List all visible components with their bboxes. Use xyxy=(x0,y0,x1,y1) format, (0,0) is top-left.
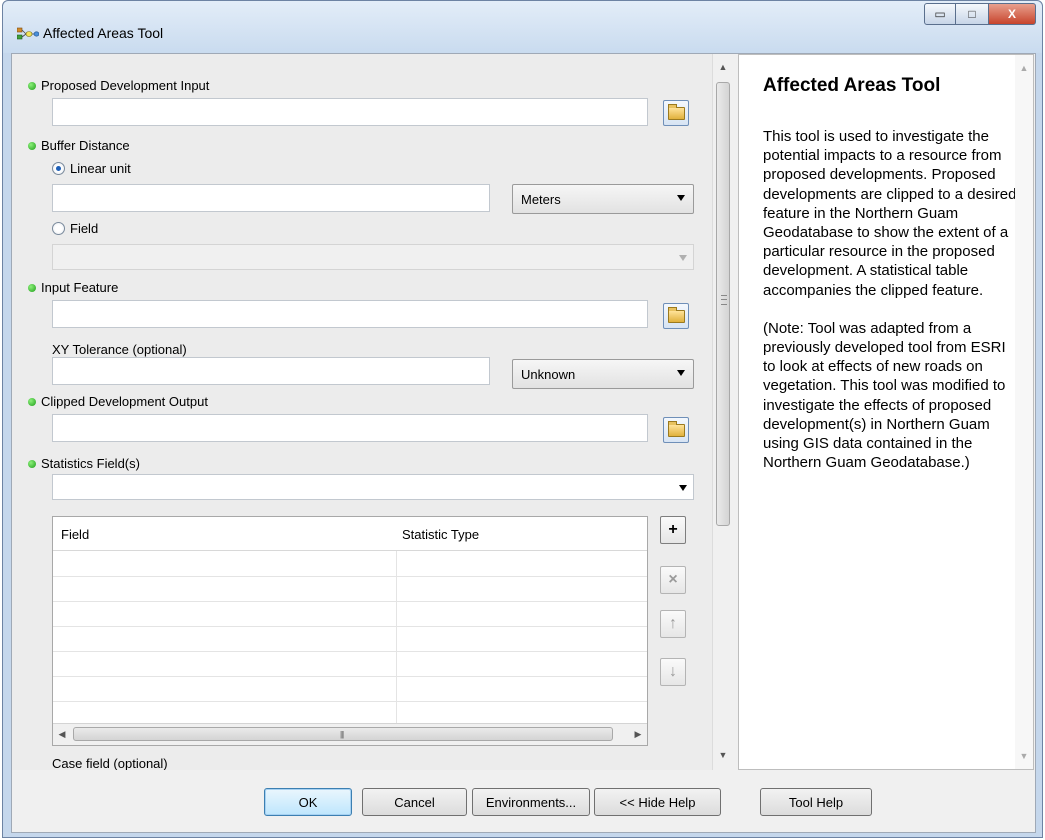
scroll-up-icon[interactable]: ▲ xyxy=(713,58,733,76)
open-folder-icon xyxy=(668,421,685,437)
minimize-button[interactable]: ▭ xyxy=(924,3,956,25)
environments-button[interactable]: Environments... xyxy=(472,788,590,816)
plus-icon: + xyxy=(668,521,678,538)
linear-unit-option[interactable]: Linear unit xyxy=(52,161,131,176)
buffer-distance-label: Buffer Distance xyxy=(28,138,130,153)
tool-dialog-window: Affected Areas Tool ▭ □ X Proposed Devel… xyxy=(2,0,1043,838)
chevron-down-icon xyxy=(679,255,687,261)
open-folder-icon xyxy=(668,307,685,323)
linear-unit-radio[interactable] xyxy=(52,162,65,175)
field-option[interactable]: Field xyxy=(52,221,98,236)
column-header-field[interactable]: Field xyxy=(61,527,89,542)
table-header: Field Statistic Type xyxy=(53,517,647,551)
statistics-field-combo[interactable] xyxy=(52,474,694,500)
statistics-fields-label: Statistics Field(s) xyxy=(28,456,140,471)
close-icon: X xyxy=(1007,7,1016,21)
buffer-field-combo xyxy=(52,244,694,270)
proposed-dev-browse-button[interactable] xyxy=(663,100,689,126)
buffer-linear-value-field[interactable] xyxy=(52,184,490,212)
window-title: Affected Areas Tool xyxy=(43,25,164,41)
scroll-up-icon[interactable]: ▲ xyxy=(1015,59,1033,77)
clipped-output-label: Clipped Development Output xyxy=(28,394,208,409)
maximize-button[interactable]: □ xyxy=(956,3,988,25)
arrow-up-icon: ↑ xyxy=(669,615,677,632)
required-dot-icon xyxy=(28,397,36,406)
grip-icon xyxy=(721,295,727,305)
required-dot-icon xyxy=(28,283,36,292)
input-feature-browse-button[interactable] xyxy=(663,303,689,329)
case-field-label: Case field (optional) xyxy=(52,756,168,770)
ok-button[interactable]: OK xyxy=(264,788,352,816)
help-paragraph: (Note: Tool was adapted from a previousl… xyxy=(763,319,1006,472)
move-down-button[interactable]: ↓ xyxy=(660,658,686,686)
xy-tolerance-label: XY Tolerance (optional) xyxy=(52,342,187,357)
proposed-dev-input-label: Proposed Development Input xyxy=(28,78,209,93)
proposed-dev-input-field[interactable] xyxy=(52,98,648,126)
column-header-statistic-type[interactable]: Statistic Type xyxy=(402,527,479,542)
chevron-down-icon xyxy=(677,370,685,376)
table-row xyxy=(53,701,647,702)
required-dot-icon xyxy=(28,81,36,90)
scroll-left-icon[interactable]: ◀ xyxy=(53,724,71,744)
parameters-vertical-scrollbar[interactable]: ▲ ▼ xyxy=(712,54,732,770)
help-vertical-scrollbar[interactable]: ▲ ▼ xyxy=(1015,55,1033,769)
scroll-right-icon[interactable]: ▶ xyxy=(629,724,647,744)
field-radio[interactable] xyxy=(52,222,65,235)
clipped-output-field[interactable] xyxy=(52,414,648,442)
input-feature-label: Input Feature xyxy=(28,280,118,295)
parameters-panel: Proposed Development Input Buffer Distan… xyxy=(12,54,712,770)
hide-help-button[interactable]: << Hide Help xyxy=(594,788,721,816)
close-button[interactable]: X xyxy=(988,3,1036,25)
help-panel: Affected Areas Tool This tool is used to… xyxy=(738,54,1034,770)
arrow-down-icon: ↓ xyxy=(669,663,677,680)
tool-help-button[interactable]: Tool Help xyxy=(760,788,872,816)
add-row-button[interactable]: + xyxy=(660,516,686,544)
xy-tolerance-unit-select[interactable]: Unknown xyxy=(512,359,694,389)
dialog-client-area: Proposed Development Input Buffer Distan… xyxy=(11,53,1036,833)
table-row xyxy=(53,601,647,602)
scroll-thumb[interactable] xyxy=(716,82,730,526)
clipped-output-browse-button[interactable] xyxy=(663,417,689,443)
required-dot-icon xyxy=(28,141,36,150)
help-paragraph: This tool is used to investigate the pot… xyxy=(763,128,1017,299)
remove-row-button[interactable]: × xyxy=(660,566,686,594)
table-row xyxy=(53,676,647,677)
maximize-icon: □ xyxy=(968,7,976,21)
scroll-down-icon[interactable]: ▼ xyxy=(1015,747,1033,765)
help-body: This tool is used to investigate the pot… xyxy=(763,127,1018,491)
title-bar[interactable]: Affected Areas Tool ▭ □ X xyxy=(3,1,1042,53)
scroll-thumb[interactable]: ||| xyxy=(73,727,613,741)
table-horizontal-scrollbar[interactable]: ◀ ||| ▶ xyxy=(53,723,647,745)
buffer-unit-select[interactable]: Meters xyxy=(512,184,694,214)
table-row xyxy=(53,576,647,577)
input-feature-field[interactable] xyxy=(52,300,648,328)
statistics-table[interactable]: Field Statistic Type ◀ ||| ▶ xyxy=(52,516,648,746)
help-title: Affected Areas Tool xyxy=(763,75,941,96)
window-controls: ▭ □ X xyxy=(924,3,1036,25)
scroll-down-icon[interactable]: ▼ xyxy=(713,746,733,764)
model-tool-icon xyxy=(17,27,39,40)
open-folder-icon xyxy=(668,104,685,120)
chevron-down-icon xyxy=(679,485,687,491)
chevron-down-icon xyxy=(677,195,685,201)
table-row xyxy=(53,626,647,627)
table-row xyxy=(53,651,647,652)
remove-icon: × xyxy=(668,571,678,588)
grip-icon: ||| xyxy=(340,730,344,739)
minimize-icon: ▭ xyxy=(934,7,946,21)
move-up-button[interactable]: ↑ xyxy=(660,610,686,638)
cancel-button[interactable]: Cancel xyxy=(362,788,467,816)
required-dot-icon xyxy=(28,459,36,468)
xy-tolerance-field[interactable] xyxy=(52,357,490,385)
